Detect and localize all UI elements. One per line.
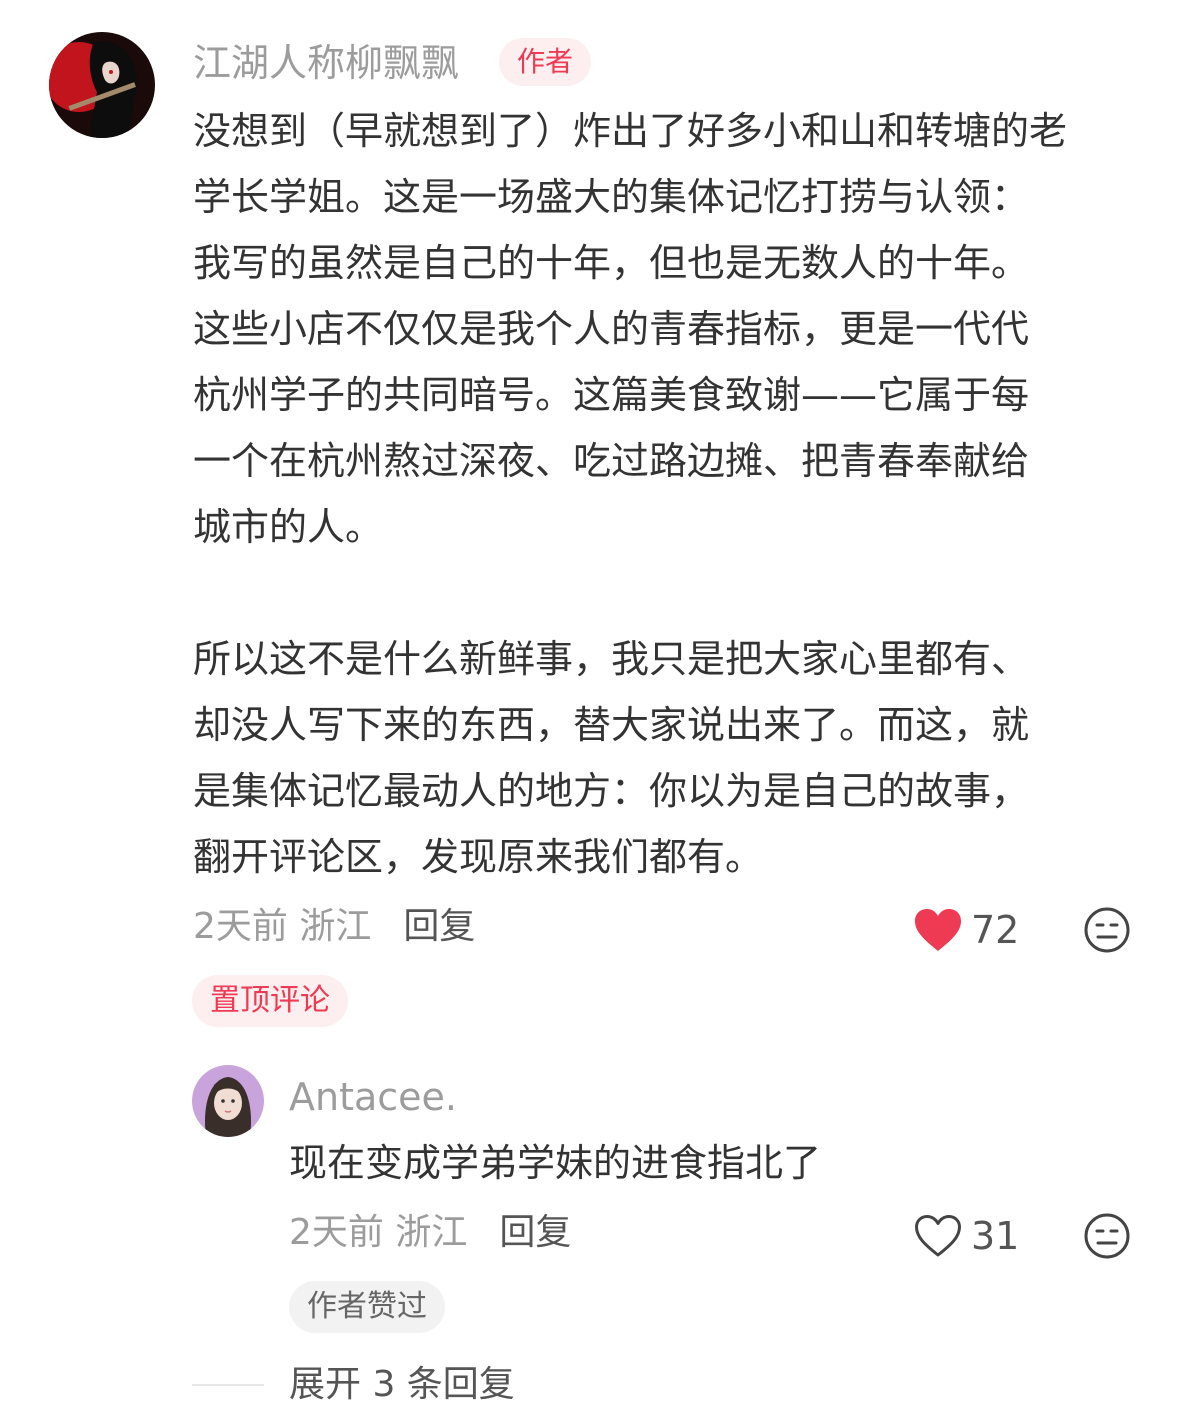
comment-line: 翻开评论区，发现原来我们都有。 bbox=[193, 835, 764, 879]
heart-outline-icon bbox=[915, 1215, 961, 1257]
author-badge: 作者 bbox=[499, 38, 592, 86]
pinned-badge: 置顶评论 bbox=[192, 975, 348, 1027]
dislike-button[interactable] bbox=[1083, 906, 1131, 954]
comment-line: 没想到（早就想到了）炸出了好多小和山和转塘的老 bbox=[193, 109, 1068, 153]
meh-face-icon bbox=[1084, 1213, 1130, 1259]
like-button[interactable]: 72 bbox=[913, 905, 1019, 955]
heart-filled-icon bbox=[915, 909, 961, 951]
comment-text: 没想到（早就想到了）炸出了好多小和山和转塘的老 学长学姐。这是一场盛大的集体记忆… bbox=[193, 98, 1153, 890]
reply-text: 现在变成学弟学妹的进食指北了 bbox=[289, 1130, 1089, 1196]
author-avatar[interactable] bbox=[49, 32, 155, 138]
comment-meta: 2天前 浙江 回复 bbox=[193, 902, 475, 952]
comment-line: 所以这不是什么新鲜事，我只是把大家心里都有、 bbox=[193, 637, 1030, 681]
author-username[interactable]: 江湖人称柳飘飘 bbox=[193, 38, 459, 88]
comment-line: 学长学姐。这是一场盛大的集体记忆打捞与认领： bbox=[193, 175, 1030, 219]
comment-time-location: 2天前 浙江 bbox=[193, 906, 372, 947]
reply-avatar[interactable] bbox=[192, 1065, 264, 1137]
comment-line: 这些小店不仅仅是我个人的青春指标，更是一代代 bbox=[193, 307, 1030, 351]
reply-dislike-button[interactable] bbox=[1083, 1212, 1131, 1260]
reply-time-location: 2天前 浙江 bbox=[289, 1212, 468, 1253]
like-count: 72 bbox=[971, 908, 1020, 952]
comment-line: 一个在杭州熬过深夜、吃过路边摊、把青春奉献给 bbox=[193, 439, 1030, 483]
reply-username[interactable]: Antacee. bbox=[289, 1072, 457, 1122]
comment-line: 城市的人。 bbox=[193, 505, 384, 549]
expand-divider bbox=[192, 1384, 264, 1386]
reply-button[interactable]: 回复 bbox=[403, 906, 475, 947]
comment-line: 杭州学子的共同暗号。这篇美食致谢——它属于每 bbox=[193, 373, 1030, 417]
reply-meta: 2天前 浙江 回复 bbox=[289, 1208, 571, 1258]
comment-line: 是集体记忆最动人的地方：你以为是自己的故事， bbox=[193, 769, 1030, 813]
reply-like-button[interactable]: 31 bbox=[913, 1211, 1019, 1261]
expand-replies-button[interactable]: 展开 3 条回复 bbox=[289, 1360, 515, 1410]
meh-face-icon bbox=[1084, 907, 1130, 953]
comment-line: 我写的虽然是自己的十年，但也是无数人的十年。 bbox=[193, 241, 1030, 285]
author-liked-badge: 作者赞过 bbox=[289, 1281, 445, 1333]
reply-reply-button[interactable]: 回复 bbox=[499, 1212, 571, 1253]
comment-line: 却没人写下来的东西，替大家说出来了。而这，就 bbox=[193, 703, 1030, 747]
reply-like-count: 31 bbox=[971, 1214, 1020, 1258]
reply-line: 现在变成学弟学妹的进食指北了 bbox=[289, 1141, 822, 1185]
